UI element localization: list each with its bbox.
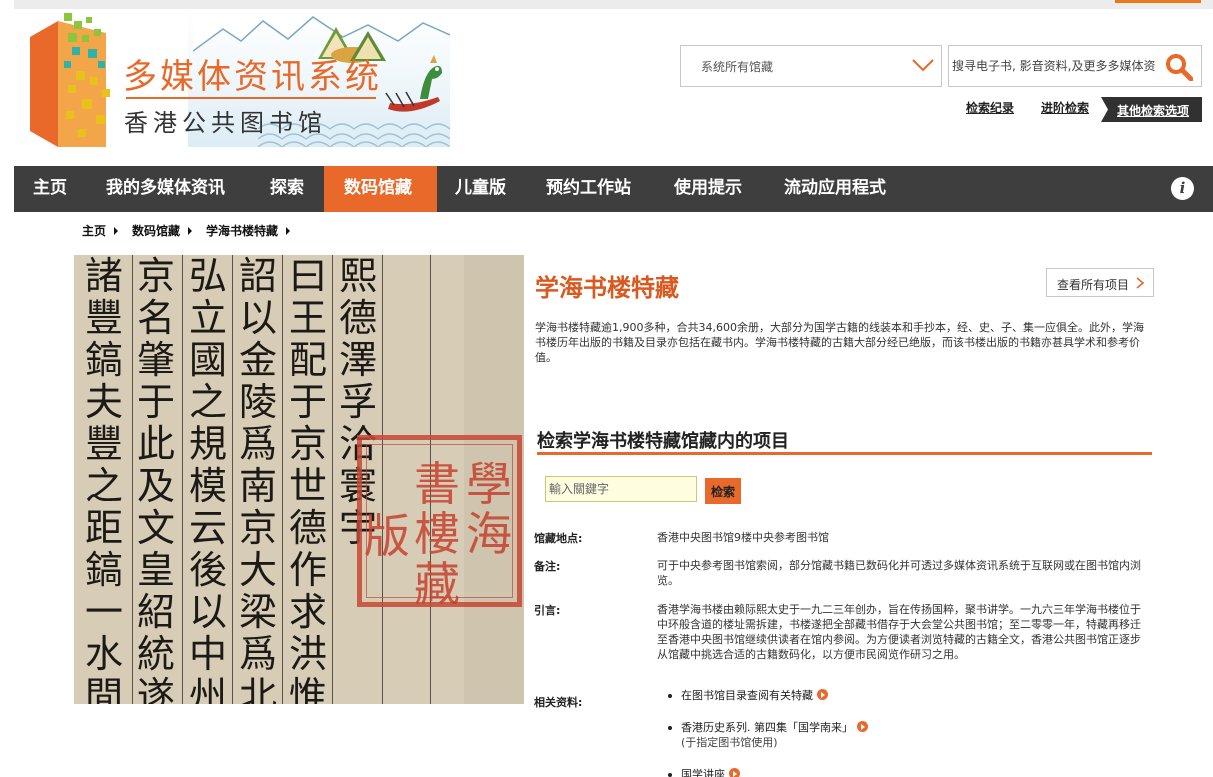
site-banner[interactable]: 多媒体资讯系统 香港公共图书馆	[28, 11, 450, 147]
info-icon[interactable]: i	[1171, 177, 1194, 200]
nav-item-tips[interactable]: 使用提示	[674, 166, 742, 212]
search-box[interactable]	[948, 45, 1202, 87]
nav-item-digital-collections[interactable]: 数码馆藏	[324, 166, 437, 212]
collection-search-heading: 检索学海书楼特藏馆藏内的项目	[537, 431, 789, 452]
list-item[interactable]: 在图书馆目录查阅有关特藏	[668, 688, 1148, 703]
column-rule	[332, 255, 333, 704]
seal-char: 藏	[414, 557, 460, 611]
related-list: 在图书馆目录查阅有关特藏 香港历史系列. 第四集「国学南来」 (于指定图书馆使用…	[668, 688, 1148, 777]
breadcrumb-arrow-icon	[188, 227, 193, 235]
manuscript-column: 京名肇于此及文皇紹統遂以北	[136, 255, 175, 704]
related-label: 相关资料:	[534, 696, 583, 709]
list-item[interactable]: 香港历史系列. 第四集「国学南来」 (于指定图书馆使用)	[668, 720, 1148, 750]
collection-search-button[interactable]: 检索	[705, 478, 741, 504]
main-nav: 主页 我的多媒体资讯 探索 数码馆藏 儿童版 预约工作站 使用提示 流动应用程式…	[14, 166, 1213, 212]
search-input[interactable]	[952, 56, 1157, 76]
play-arrow-icon[interactable]	[857, 721, 868, 732]
related-link[interactable]: 香港历史系列. 第四集「国学南来」	[681, 721, 853, 734]
preface-label: 引言:	[534, 604, 561, 617]
top-strip	[14, 0, 1213, 9]
keyword-input[interactable]	[545, 476, 697, 502]
view-all-label: 查看所有项目	[1057, 278, 1130, 292]
nav-item-home[interactable]: 主页	[33, 166, 67, 212]
nav-item-my-multimedia[interactable]: 我的多媒体资讯	[106, 166, 225, 212]
column-rule	[282, 255, 283, 704]
manuscript-column: 諸豐鎬夫豐之距鎬一水間爾故	[84, 255, 123, 704]
chevron-right-icon	[1136, 277, 1144, 289]
nav-item-mobile-apps[interactable]: 流动应用程式	[784, 166, 886, 212]
advanced-search-link[interactable]: 进阶检索	[1041, 99, 1089, 121]
manuscript-image: 熙德澤孚洽寰宇 曰王配于京世德作求洪惟我 詔以金陵爲南京大梁爲北京蓋 弘立國之規…	[74, 255, 524, 704]
nav-item-explore[interactable]: 探索	[270, 166, 304, 212]
location-value: 香港中央图书馆9楼中央参考图书馆	[657, 531, 829, 544]
site-title: 多媒体资讯系统	[123, 57, 382, 97]
site-subtitle: 香港公共图书馆	[124, 109, 327, 137]
search-scope-value: 系统所有馆藏	[701, 60, 774, 74]
related-link[interactable]: 国学讲座	[681, 768, 725, 777]
nav-item-booking-workstation[interactable]: 预约工作站	[546, 166, 631, 212]
column-rule	[182, 255, 183, 704]
location-label: 馆藏地点:	[534, 532, 583, 545]
manuscript-column: 曰王配于京世德作求洪惟我	[288, 255, 327, 704]
search-history-link[interactable]: 检索纪录	[966, 99, 1014, 121]
collection-intro: 学海书楼特藏逾1,900多种，合共34,600余册，大部分为国学古籍的线装本和手…	[535, 321, 1144, 364]
library-seal-stamp: 學 海 書 樓 藏 版	[357, 435, 522, 611]
breadcrumb-current[interactable]: 学海书楼特藏	[206, 224, 278, 238]
manuscript-column: 詔以金陵爲南京大梁爲北京蓋	[238, 255, 277, 704]
breadcrumb-home[interactable]: 主页	[82, 224, 106, 238]
notes-value: 可于中央参考图书馆索阅，部分馆藏书籍已数码化并可透过多媒体资讯系统于互联网或在图…	[657, 559, 1141, 587]
play-arrow-icon[interactable]	[817, 689, 828, 700]
list-item[interactable]: 国学讲座	[668, 767, 1148, 777]
play-arrow-icon[interactable]	[729, 768, 740, 777]
logo-cube-icon	[30, 13, 110, 147]
notes-label: 备注:	[534, 560, 561, 573]
top-accent	[1115, 0, 1201, 3]
manuscript-column: 弘立國之規模云後以中州凋	[188, 255, 227, 704]
heading-divider	[537, 452, 1152, 455]
other-search-options-button[interactable]: 其他检索选项	[1101, 97, 1202, 122]
breadcrumb-arrow-icon	[114, 227, 119, 235]
chevron-down-icon	[912, 59, 934, 72]
breadcrumb: 主页 数码馆藏 学海书楼特藏	[82, 222, 304, 239]
dragon-boat-illustration	[385, 55, 442, 112]
related-note: (于指定图书馆使用)	[681, 736, 778, 749]
seal-char: 海	[466, 507, 512, 561]
banner-divider	[126, 97, 376, 99]
preface-value: 香港学海书楼由赖际熙太史于一九二三年创办，旨在传扬国粹，聚书讲学。一九六三年学海…	[657, 603, 1141, 661]
view-all-items-button[interactable]: 查看所有项目	[1046, 268, 1154, 297]
related-link[interactable]: 在图书馆目录查阅有关特藏	[681, 689, 813, 702]
collection-title: 学海书楼特藏	[535, 274, 679, 302]
column-rule	[232, 255, 233, 704]
seal-char: 版	[364, 509, 410, 563]
search-icon[interactable]	[1165, 53, 1193, 81]
search-scope-select[interactable]: 系统所有馆藏	[680, 45, 942, 87]
breadcrumb-arrow-icon	[286, 227, 291, 235]
nav-item-kids[interactable]: 儿童版	[455, 166, 506, 212]
breadcrumb-digital-collections[interactable]: 数码馆藏	[132, 224, 180, 238]
